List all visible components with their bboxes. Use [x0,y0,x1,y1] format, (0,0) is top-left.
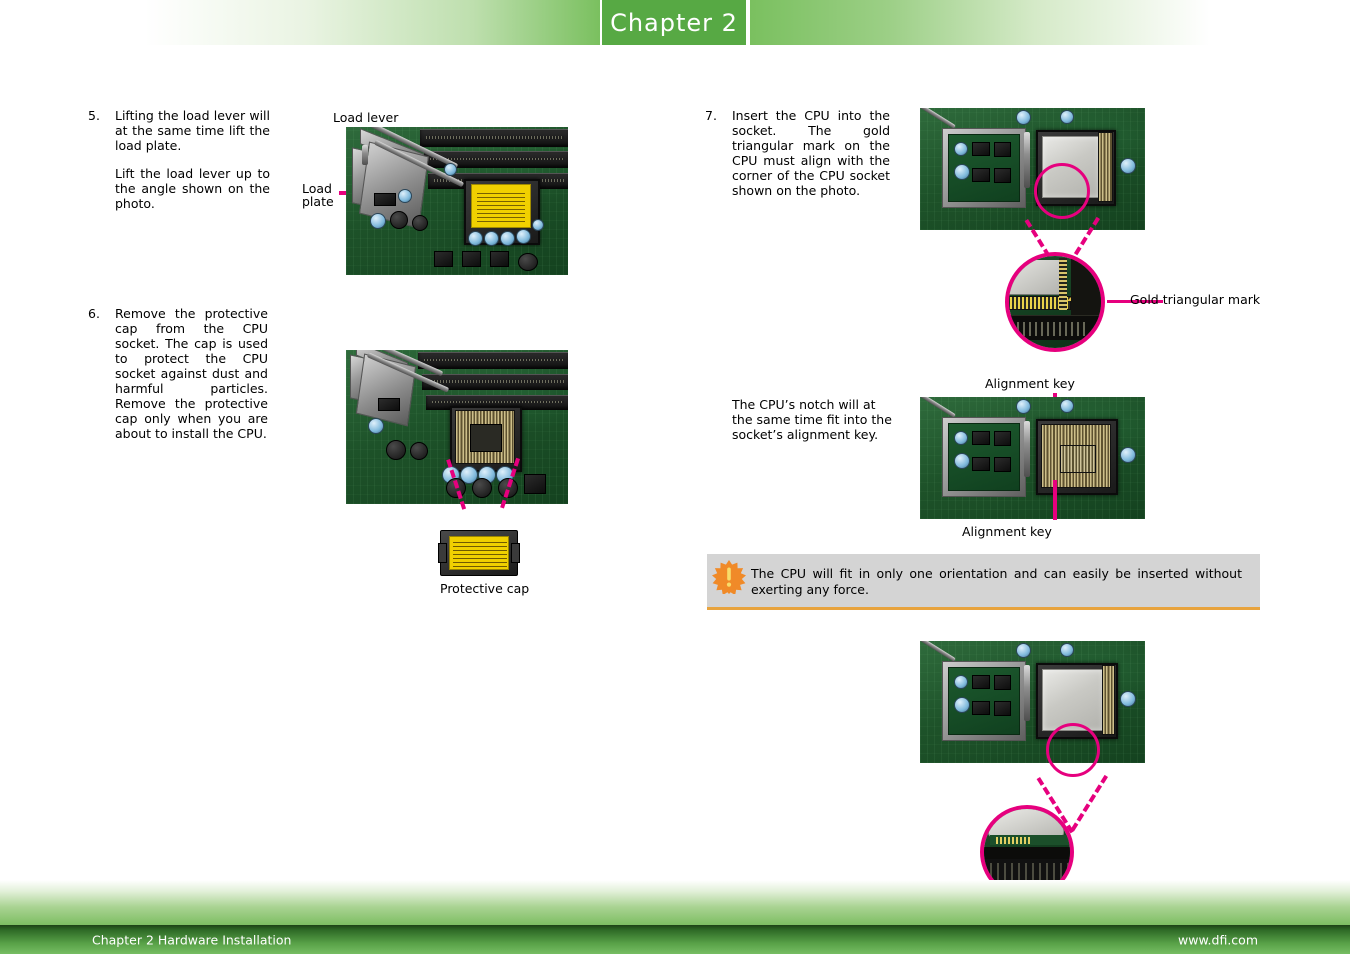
photo-cpu-seated-notch [920,641,1145,763]
label-load-plate: Load plate [302,181,334,209]
footer-right-text: www.dfi.com [1178,932,1258,947]
leader-alignment-key-bottom [1053,480,1057,520]
warning-text: The CPU will fit in only one orientation… [751,566,1242,597]
step-6-paragraph-1: Remove the protective cap from the CPU s… [115,306,268,441]
step-5-paragraph-2: Lift the load lever up to the angle show… [115,166,270,211]
page-body: 5. Lifting the load lever will at the sa… [0,45,1350,899]
magnifier-inset-gold-mark [1005,252,1105,352]
warning-burst-icon [707,560,751,594]
chapter-tab: Chapter 2 [600,0,748,45]
photo-cpu-inserted-mark [920,108,1145,230]
label-gold-triangular-mark: Gold triangular mark [1130,292,1261,307]
step-5-number: 5. [88,108,100,123]
label-alignment-key-top: Alignment key [985,376,1075,391]
footer-left-text: Chapter 2 Hardware Installation [92,932,292,947]
step-7-number: 7. [705,108,717,123]
footer-bar: Chapter 2 Hardware Installation www.dfi.… [0,925,1350,954]
photo-load-lever-plate [346,127,568,275]
magnifier-circle-notch [1046,723,1100,777]
warning-box: The CPU will fit in only one orientation… [707,554,1260,610]
header-gradient-right [750,0,1210,45]
step-7: 7. Insert the CPU into the socket. The g… [705,108,890,198]
label-protective-cap: Protective cap [440,581,530,596]
page-header: Chapter 2 [0,0,1350,45]
footer-gradient [0,880,1350,925]
step-7-paragraph-1: Insert the CPU into the socket. The gold… [732,108,890,198]
step-6: 6. Remove the protective cap from the CP… [88,306,268,441]
step-6-number: 6. [88,306,100,321]
left-column: 5. Lifting the load lever will at the sa… [0,45,660,880]
leader-dash-notch-right [1070,774,1108,832]
graphic-protective-cap [438,530,520,576]
magnifier-circle-mark [1034,163,1090,219]
label-load-lever: Load lever [333,110,399,125]
photo-socket-alignment-keys [920,397,1145,519]
notch-note-text: The CPU’s notch will at the same time fi… [732,397,892,442]
right-column: 7. Insert the CPU into the socket. The g… [660,45,1350,899]
step-5: 5. Lifting the load lever will at the sa… [88,108,270,211]
notch-note: The CPU’s notch will at the same time fi… [732,397,892,442]
header-gradient-left [145,0,600,45]
step-5-paragraph-1: Lifting the load lever will at the same … [115,108,270,153]
label-alignment-key-bottom: Alignment key [962,524,1052,539]
